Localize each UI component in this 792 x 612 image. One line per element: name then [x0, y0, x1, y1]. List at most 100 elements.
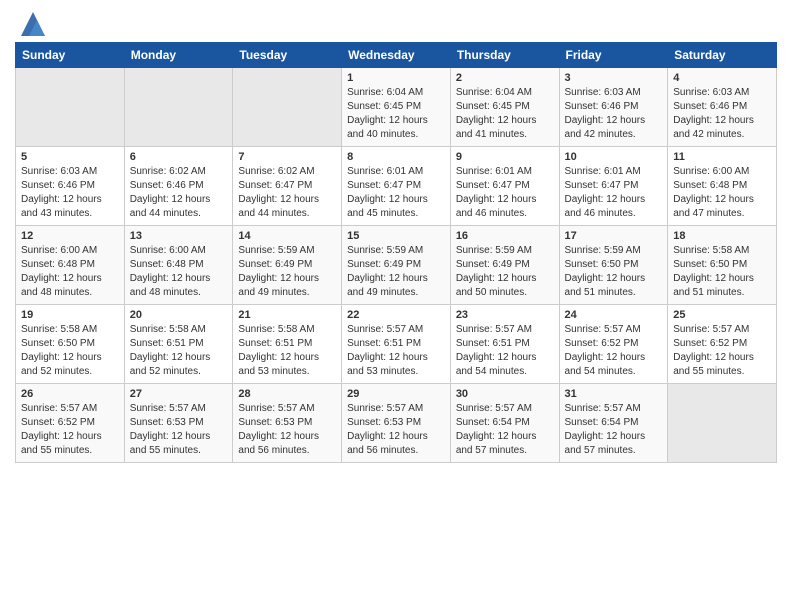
day-number: 11 — [673, 151, 771, 163]
day-number: 3 — [565, 72, 663, 84]
day-number: 19 — [21, 309, 119, 321]
weekday-header: Saturday — [668, 43, 777, 68]
day-info: Sunrise: 5:59 AM Sunset: 6:50 PM Dayligh… — [565, 244, 663, 300]
calendar-day-cell: 24 Sunrise: 5:57 AM Sunset: 6:52 PM Dayli… — [559, 305, 668, 384]
day-number: 16 — [456, 230, 554, 242]
day-number: 18 — [673, 230, 771, 242]
day-number: 30 — [456, 388, 554, 400]
day-number: 20 — [130, 309, 228, 321]
calendar-day-cell: 15 Sunrise: 5:59 AM Sunset: 6:49 PM Dayli… — [342, 226, 451, 305]
day-number: 9 — [456, 151, 554, 163]
day-number: 15 — [347, 230, 445, 242]
calendar-day-cell: 7Sunrise: 6:02 AM Sunset: 6:47 PM Daylig… — [233, 147, 342, 226]
day-info: Sunrise: 6:03 AM Sunset: 6:46 PM Dayligh… — [565, 86, 663, 142]
day-number: 10 — [565, 151, 663, 163]
calendar-table: SundayMondayTuesdayWednesdayThursdayFrid… — [15, 42, 777, 463]
calendar-day-cell: 17 Sunrise: 5:59 AM Sunset: 6:50 PM Dayli… — [559, 226, 668, 305]
day-number: 24 — [565, 309, 663, 321]
calendar-day-cell — [124, 68, 233, 147]
weekday-header: Monday — [124, 43, 233, 68]
day-number: 2 — [456, 72, 554, 84]
day-number: 17 — [565, 230, 663, 242]
calendar-day-cell: 25 Sunrise: 5:57 AM Sunset: 6:52 PM Dayli… — [668, 305, 777, 384]
calendar-day-cell: 3 Sunrise: 6:03 AM Sunset: 6:46 PM Daylig… — [559, 68, 668, 147]
calendar-day-cell: 6 Sunrise: 6:02 AM Sunset: 6:46 PM Daylig… — [124, 147, 233, 226]
calendar-day-cell: 8Sunrise: 6:01 AM Sunset: 6:47 PM Daylig… — [342, 147, 451, 226]
day-number: 6 — [130, 151, 228, 163]
day-info: Sunrise: 6:01 AM Sunset: 6:47 PM Dayligh… — [456, 165, 554, 221]
calendar-day-cell: 27 Sunrise: 5:57 AM Sunset: 6:53 PM Dayli… — [124, 384, 233, 463]
calendar-day-cell: 19Sunrise: 5:58 AM Sunset: 6:50 PM Dayli… — [16, 305, 125, 384]
day-info: Sunrise: 5:57 AM Sunset: 6:52 PM Dayligh… — [21, 402, 119, 458]
calendar-week-row: 12Sunrise: 6:00 AM Sunset: 6:48 PM Dayli… — [16, 226, 777, 305]
calendar-day-cell — [668, 384, 777, 463]
day-number: 5 — [21, 151, 119, 163]
calendar-week-row: 19Sunrise: 5:58 AM Sunset: 6:50 PM Dayli… — [16, 305, 777, 384]
day-number: 25 — [673, 309, 771, 321]
calendar-day-cell: 14 Sunrise: 5:59 AM Sunset: 6:49 PM Dayli… — [233, 226, 342, 305]
calendar-day-cell: 2Sunrise: 6:04 AM Sunset: 6:45 PM Daylig… — [450, 68, 559, 147]
day-info: Sunrise: 5:57 AM Sunset: 6:51 PM Dayligh… — [456, 323, 554, 379]
day-info: Sunrise: 6:00 AM Sunset: 6:48 PM Dayligh… — [130, 244, 228, 300]
calendar-day-cell: 20Sunrise: 5:58 AM Sunset: 6:51 PM Dayli… — [124, 305, 233, 384]
weekday-header: Thursday — [450, 43, 559, 68]
calendar-day-cell: 22Sunrise: 5:57 AM Sunset: 6:51 PM Dayli… — [342, 305, 451, 384]
calendar-day-cell: 31 Sunrise: 5:57 AM Sunset: 6:54 PM Dayli… — [559, 384, 668, 463]
day-info: Sunrise: 5:57 AM Sunset: 6:52 PM Dayligh… — [565, 323, 663, 379]
day-info: Sunrise: 6:04 AM Sunset: 6:45 PM Dayligh… — [347, 86, 445, 142]
weekday-header: Wednesday — [342, 43, 451, 68]
day-info: Sunrise: 6:01 AM Sunset: 6:47 PM Dayligh… — [565, 165, 663, 221]
day-number: 23 — [456, 309, 554, 321]
calendar-day-cell: 21Sunrise: 5:58 AM Sunset: 6:51 PM Dayli… — [233, 305, 342, 384]
day-number: 31 — [565, 388, 663, 400]
day-info: Sunrise: 6:00 AM Sunset: 6:48 PM Dayligh… — [21, 244, 119, 300]
day-info: Sunrise: 5:57 AM Sunset: 6:53 PM Dayligh… — [347, 402, 445, 458]
calendar-day-cell: 13 Sunrise: 6:00 AM Sunset: 6:48 PM Dayli… — [124, 226, 233, 305]
calendar-day-cell: 23 Sunrise: 5:57 AM Sunset: 6:51 PM Dayli… — [450, 305, 559, 384]
calendar-day-cell: 9 Sunrise: 6:01 AM Sunset: 6:47 PM Daylig… — [450, 147, 559, 226]
calendar-week-row: 5Sunrise: 6:03 AM Sunset: 6:46 PM Daylig… — [16, 147, 777, 226]
calendar-week-row: 1Sunrise: 6:04 AM Sunset: 6:45 PM Daylig… — [16, 68, 777, 147]
weekday-header: Friday — [559, 43, 668, 68]
day-info: Sunrise: 5:59 AM Sunset: 6:49 PM Dayligh… — [238, 244, 336, 300]
day-info: Sunrise: 6:00 AM Sunset: 6:48 PM Dayligh… — [673, 165, 771, 221]
calendar-day-cell — [233, 68, 342, 147]
day-info: Sunrise: 5:59 AM Sunset: 6:49 PM Dayligh… — [456, 244, 554, 300]
day-number: 7 — [238, 151, 336, 163]
weekday-header: Tuesday — [233, 43, 342, 68]
calendar-day-cell: 10 Sunrise: 6:01 AM Sunset: 6:47 PM Dayli… — [559, 147, 668, 226]
day-number: 4 — [673, 72, 771, 84]
day-info: Sunrise: 5:57 AM Sunset: 6:53 PM Dayligh… — [130, 402, 228, 458]
calendar-day-cell: 29 Sunrise: 5:57 AM Sunset: 6:53 PM Dayli… — [342, 384, 451, 463]
calendar-day-cell: 16 Sunrise: 5:59 AM Sunset: 6:49 PM Dayli… — [450, 226, 559, 305]
day-info: Sunrise: 6:02 AM Sunset: 6:46 PM Dayligh… — [130, 165, 228, 221]
main-container: SundayMondayTuesdayWednesdayThursdayFrid… — [0, 0, 792, 473]
day-info: Sunrise: 5:57 AM Sunset: 6:53 PM Dayligh… — [238, 402, 336, 458]
calendar-day-cell: 12Sunrise: 6:00 AM Sunset: 6:48 PM Dayli… — [16, 226, 125, 305]
calendar-day-cell: 26 Sunrise: 5:57 AM Sunset: 6:52 PM Dayli… — [16, 384, 125, 463]
calendar-day-cell: 28 Sunrise: 5:57 AM Sunset: 6:53 PM Dayli… — [233, 384, 342, 463]
logo — [15, 10, 47, 38]
calendar-day-cell: 4 Sunrise: 6:03 AM Sunset: 6:46 PM Daylig… — [668, 68, 777, 147]
day-info: Sunrise: 5:58 AM Sunset: 6:51 PM Dayligh… — [238, 323, 336, 379]
calendar-day-cell: 11 Sunrise: 6:00 AM Sunset: 6:48 PM Dayli… — [668, 147, 777, 226]
logo-icon — [19, 10, 47, 38]
weekday-header: Sunday — [16, 43, 125, 68]
day-number: 13 — [130, 230, 228, 242]
day-info: Sunrise: 5:57 AM Sunset: 6:54 PM Dayligh… — [565, 402, 663, 458]
day-info: Sunrise: 5:59 AM Sunset: 6:49 PM Dayligh… — [347, 244, 445, 300]
header — [15, 10, 777, 38]
day-info: Sunrise: 6:01 AM Sunset: 6:47 PM Dayligh… — [347, 165, 445, 221]
day-number: 28 — [238, 388, 336, 400]
calendar-day-cell — [16, 68, 125, 147]
day-info: Sunrise: 6:03 AM Sunset: 6:46 PM Dayligh… — [673, 86, 771, 142]
day-info: Sunrise: 5:57 AM Sunset: 6:51 PM Dayligh… — [347, 323, 445, 379]
day-info: Sunrise: 5:58 AM Sunset: 6:50 PM Dayligh… — [673, 244, 771, 300]
calendar-day-cell: 5Sunrise: 6:03 AM Sunset: 6:46 PM Daylig… — [16, 147, 125, 226]
day-number: 14 — [238, 230, 336, 242]
day-info: Sunrise: 5:57 AM Sunset: 6:52 PM Dayligh… — [673, 323, 771, 379]
day-number: 26 — [21, 388, 119, 400]
calendar-day-cell: 18 Sunrise: 5:58 AM Sunset: 6:50 PM Dayli… — [668, 226, 777, 305]
day-number: 29 — [347, 388, 445, 400]
day-number: 27 — [130, 388, 228, 400]
